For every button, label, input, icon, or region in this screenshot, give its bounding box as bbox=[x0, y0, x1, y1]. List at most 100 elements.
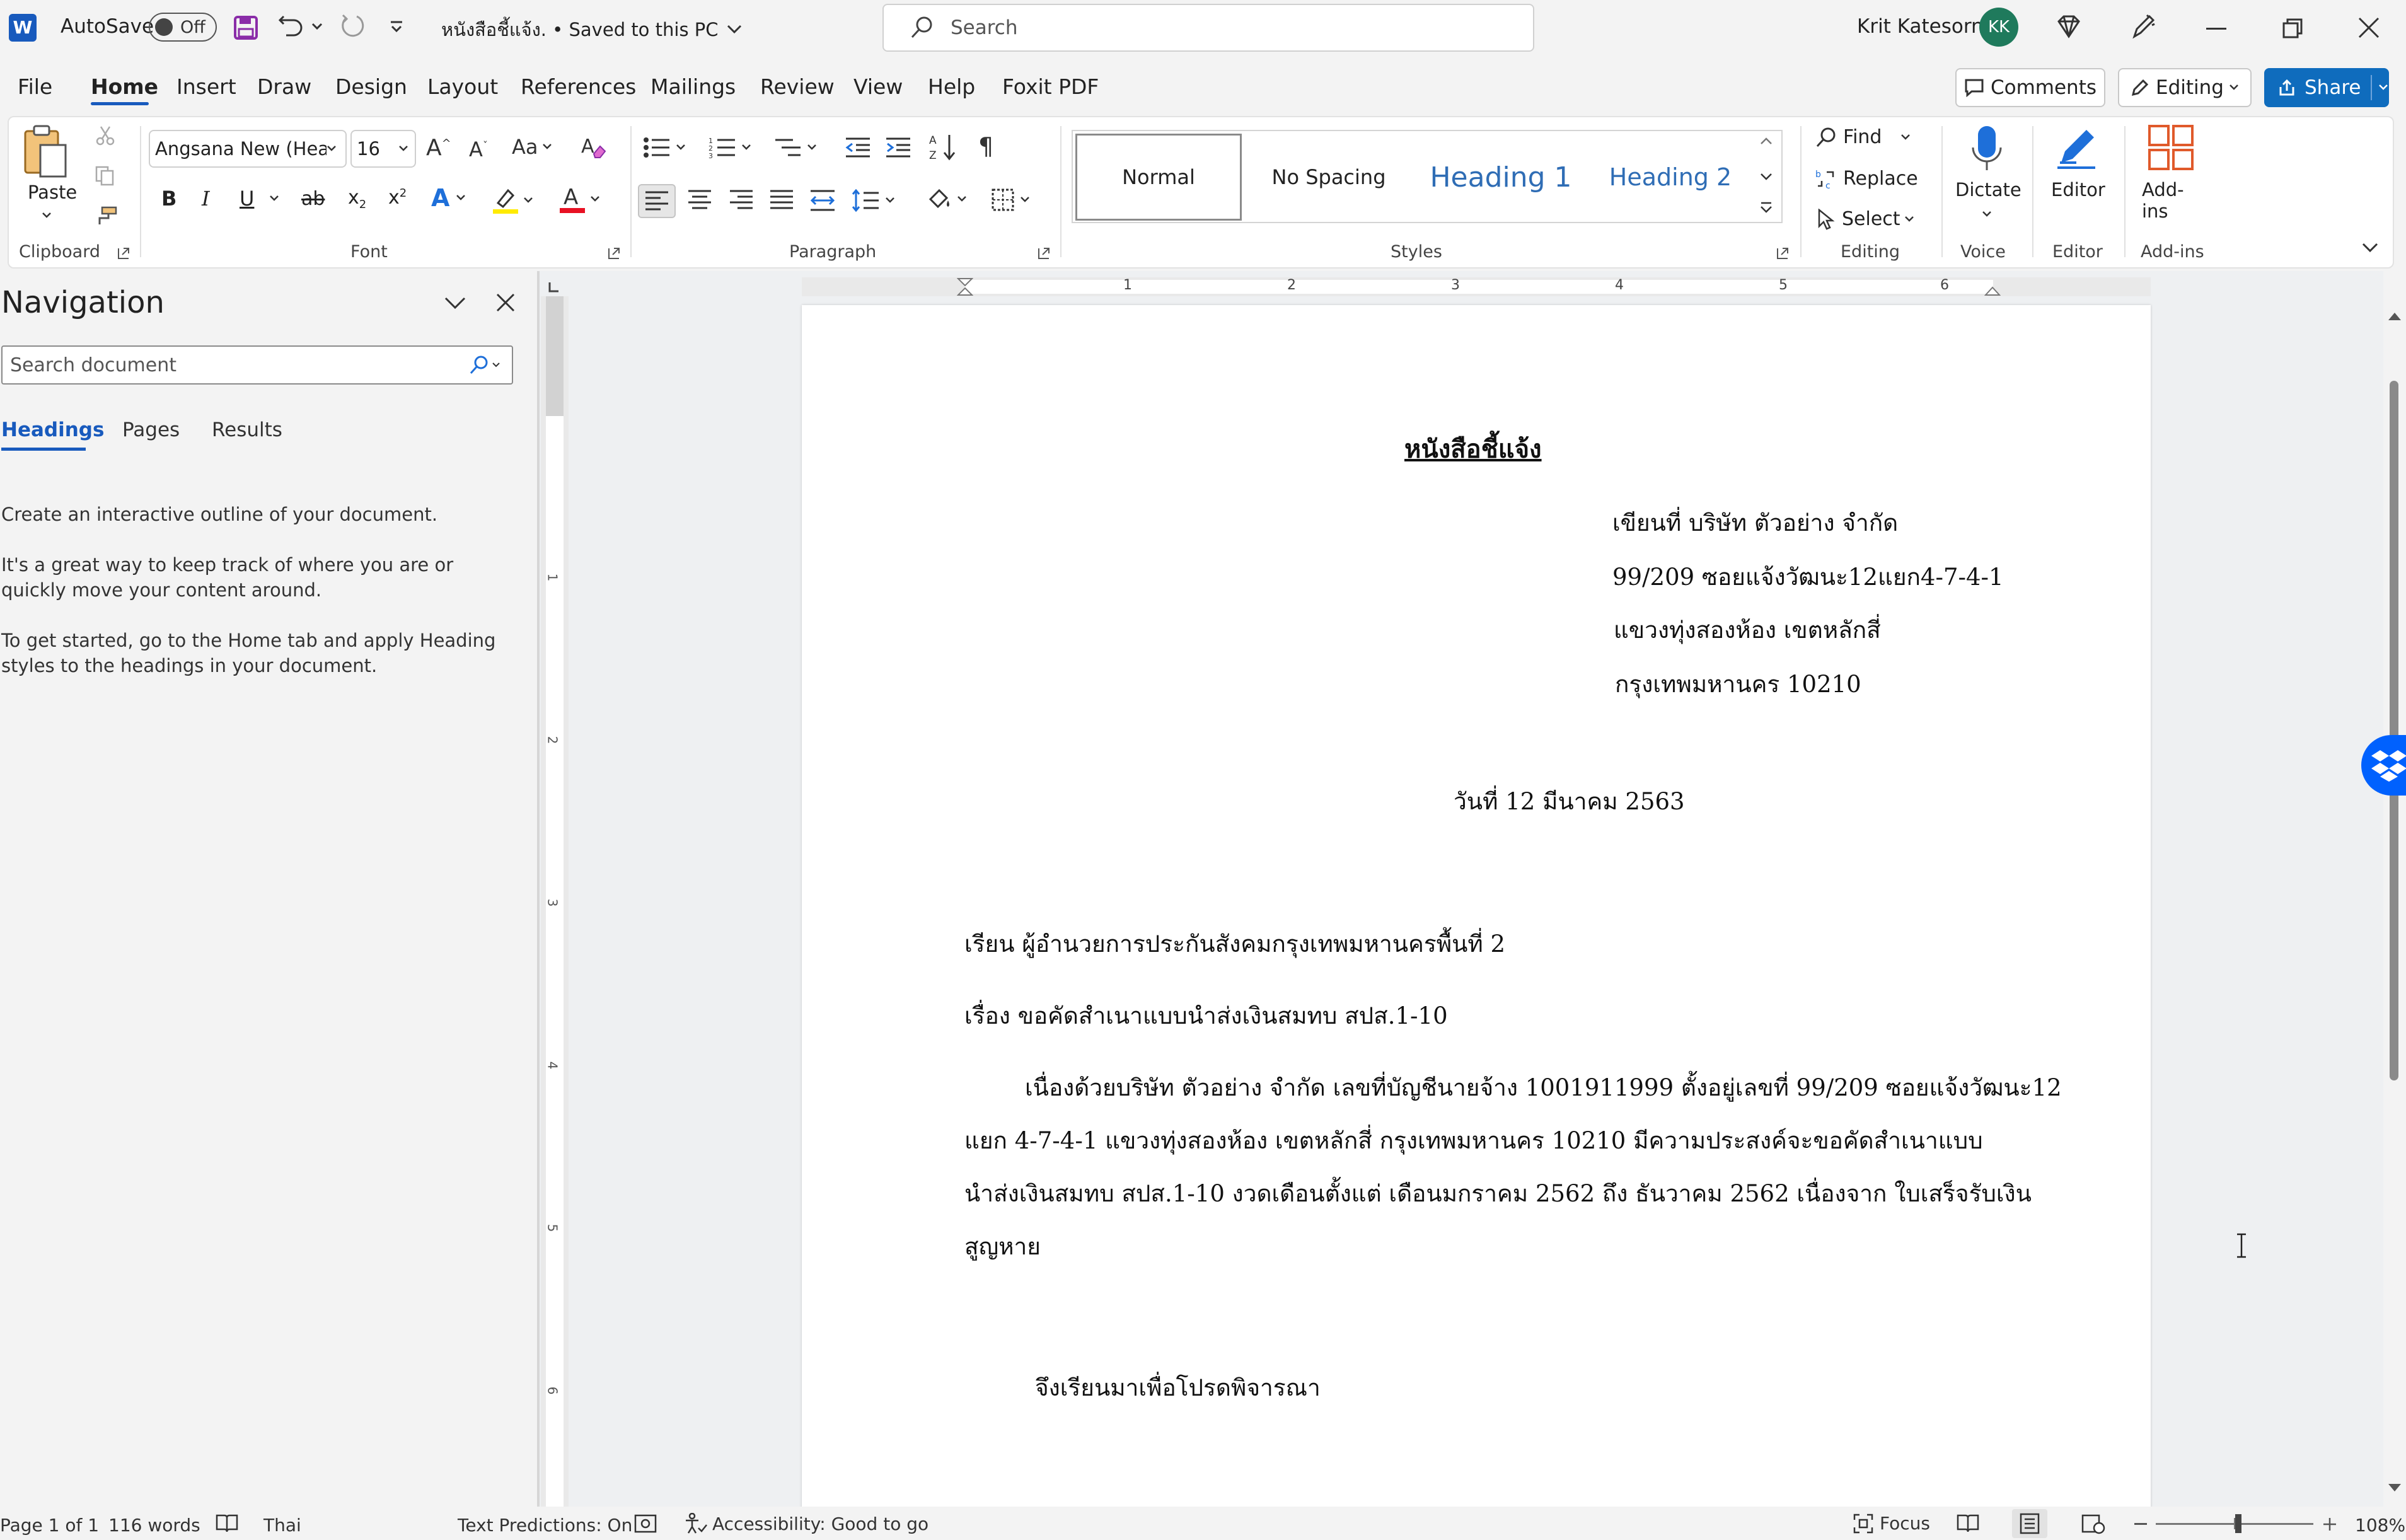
cut-icon[interactable] bbox=[95, 125, 116, 146]
font-name-select[interactable]: Angsana New (Headi bbox=[149, 130, 347, 168]
decrease-indent-icon[interactable] bbox=[845, 136, 871, 159]
justify-icon[interactable] bbox=[769, 189, 794, 211]
dictate-button[interactable]: Dictate bbox=[1954, 124, 2021, 231]
pane-options-icon[interactable] bbox=[444, 296, 466, 310]
restore-icon[interactable] bbox=[2282, 18, 2303, 39]
tab-draw[interactable]: Draw bbox=[257, 74, 311, 99]
clear-formatting-icon[interactable]: A bbox=[580, 135, 606, 160]
tab-insert[interactable]: Insert bbox=[176, 74, 236, 99]
avatar[interactable]: KK bbox=[1979, 8, 2018, 47]
save-icon[interactable] bbox=[233, 15, 258, 40]
macro-record-icon[interactable] bbox=[634, 1514, 657, 1533]
dialog-launcher-icon[interactable] bbox=[117, 247, 130, 260]
font-size-select[interactable]: 16 bbox=[350, 130, 416, 168]
dialog-launcher-icon[interactable] bbox=[1038, 247, 1050, 260]
subscript-button[interactable]: x2 bbox=[348, 187, 366, 211]
editing-mode-button[interactable]: Editing bbox=[2118, 68, 2252, 107]
nav-tab-results[interactable]: Results bbox=[212, 419, 282, 441]
scrollbar-thumb[interactable] bbox=[2390, 381, 2398, 1080]
styles-scroll-down-icon[interactable] bbox=[1759, 171, 1774, 182]
status-words[interactable]: 116 words bbox=[108, 1515, 200, 1536]
tab-view[interactable]: View bbox=[853, 74, 903, 99]
paste-button[interactable]: Paste bbox=[21, 124, 78, 224]
tab-layout[interactable]: Layout bbox=[427, 74, 498, 99]
font-color-button[interactable]: A bbox=[558, 184, 600, 214]
print-layout-icon[interactable] bbox=[2012, 1509, 2047, 1538]
status-zoom[interactable]: 108% bbox=[2355, 1515, 2405, 1536]
format-painter-icon[interactable] bbox=[93, 206, 117, 227]
find-button[interactable]: Find bbox=[1815, 126, 1911, 148]
multilevel-list-button[interactable] bbox=[774, 136, 817, 159]
document-page[interactable] bbox=[802, 305, 2151, 1540]
bold-button[interactable]: B bbox=[161, 187, 176, 211]
align-left-button[interactable] bbox=[638, 184, 676, 218]
superscript-button[interactable]: x2 bbox=[388, 187, 407, 209]
proofing-book-icon[interactable] bbox=[216, 1513, 238, 1533]
status-accessibility[interactable]: Accessibility: Good to go bbox=[685, 1513, 928, 1534]
shading-button[interactable] bbox=[927, 187, 967, 212]
sort-icon[interactable]: AZ bbox=[929, 132, 957, 161]
tab-file[interactable]: File bbox=[18, 74, 52, 99]
styles-scroll-up-icon[interactable] bbox=[1759, 136, 1774, 146]
tab-design[interactable]: Design bbox=[335, 74, 407, 99]
customize-toolbar-icon[interactable] bbox=[390, 20, 403, 34]
shrink-font-icon[interactable]: Aˇ bbox=[469, 137, 488, 161]
italic-button[interactable]: I bbox=[202, 187, 210, 211]
web-layout-icon[interactable] bbox=[2081, 1513, 2105, 1534]
dialog-launcher-icon[interactable] bbox=[608, 247, 620, 260]
highlight-button[interactable] bbox=[492, 187, 533, 214]
tab-selector-icon[interactable] bbox=[547, 281, 560, 294]
read-mode-icon[interactable] bbox=[1957, 1513, 1979, 1533]
numbering-button[interactable]: 123 bbox=[708, 136, 751, 159]
distributed-icon[interactable] bbox=[809, 189, 836, 212]
status-text-predictions[interactable]: Text Predictions: On bbox=[458, 1515, 632, 1536]
style-normal[interactable]: Normal bbox=[1075, 134, 1242, 221]
change-case-button[interactable]: Aa bbox=[512, 135, 552, 159]
style-no-spacing[interactable]: No Spacing bbox=[1246, 134, 1412, 221]
vertical-scrollbar[interactable] bbox=[2383, 305, 2406, 1507]
diamond-icon[interactable] bbox=[2055, 14, 2083, 39]
status-language[interactable]: Thai bbox=[263, 1515, 301, 1536]
strikethrough-button[interactable]: ab bbox=[301, 188, 325, 210]
show-formatting-icon[interactable]: ¶ bbox=[978, 132, 993, 160]
zoom-slider[interactable] bbox=[2156, 1514, 2313, 1533]
borders-button[interactable] bbox=[991, 188, 1030, 212]
addins-button[interactable]: Add-ins bbox=[2134, 124, 2207, 222]
redo-icon[interactable] bbox=[338, 14, 366, 39]
styles-more-icon[interactable] bbox=[1759, 200, 1774, 216]
select-button[interactable]: Select bbox=[1815, 208, 1914, 230]
comments-button[interactable]: Comments bbox=[1955, 68, 2105, 107]
tab-review[interactable]: Review bbox=[760, 74, 835, 99]
underline-button[interactable]: U bbox=[240, 187, 279, 211]
copy-icon[interactable] bbox=[95, 165, 116, 187]
close-icon[interactable] bbox=[2357, 16, 2380, 39]
doc-title-button[interactable]: หนังสือชี้แจ้ง. • Saved to this PC bbox=[441, 15, 743, 44]
dialog-launcher-icon[interactable] bbox=[1776, 247, 1789, 260]
search-document-input[interactable]: Search document bbox=[1, 345, 513, 385]
tab-references[interactable]: References bbox=[521, 74, 636, 99]
zoom-out-icon[interactable] bbox=[2134, 1523, 2147, 1525]
zoom-slider-thumb[interactable] bbox=[2235, 1514, 2241, 1533]
share-button[interactable]: Share bbox=[2264, 68, 2389, 107]
nav-tab-headings[interactable]: Headings bbox=[1, 419, 104, 441]
editor-button[interactable]: Editor bbox=[2045, 124, 2110, 206]
autosave-toggle[interactable]: Off bbox=[149, 13, 217, 42]
bullets-button[interactable] bbox=[643, 136, 686, 159]
nav-tab-pages[interactable]: Pages bbox=[122, 419, 180, 441]
text-effects-button[interactable]: A bbox=[431, 184, 466, 212]
undo-icon[interactable] bbox=[277, 14, 305, 39]
collapse-ribbon-icon[interactable] bbox=[2361, 242, 2379, 253]
align-center-icon[interactable] bbox=[687, 189, 712, 211]
left-indent-marker[interactable] bbox=[957, 277, 973, 296]
style-heading-2[interactable]: Heading 2 bbox=[1590, 134, 1751, 221]
search-box[interactable]: Search bbox=[882, 4, 1534, 52]
tab-mailings[interactable]: Mailings bbox=[651, 74, 736, 99]
undo-dropdown-icon[interactable] bbox=[311, 23, 323, 30]
increase-indent-icon[interactable] bbox=[885, 136, 911, 159]
tab-help[interactable]: Help bbox=[928, 74, 975, 99]
status-page[interactable]: Page 1 of 1 bbox=[0, 1515, 99, 1536]
focus-mode-button[interactable]: Focus bbox=[1853, 1513, 1930, 1534]
replace-button[interactable]: b c Replace bbox=[1815, 168, 1918, 190]
line-spacing-button[interactable] bbox=[852, 189, 895, 212]
zoom-in-icon[interactable] bbox=[2322, 1517, 2337, 1532]
